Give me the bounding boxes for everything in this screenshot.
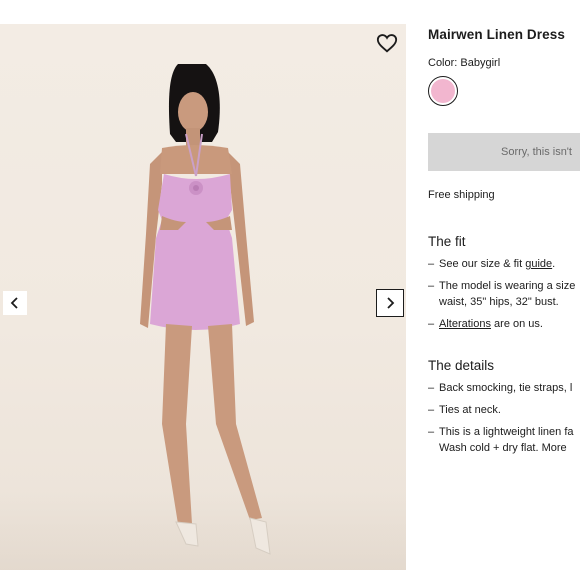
heart-icon	[376, 34, 398, 53]
chevron-left-icon	[10, 297, 18, 309]
next-image-button[interactable]	[376, 289, 404, 317]
previous-image-button[interactable]	[3, 291, 27, 315]
color-selection-label: Color: Babygirl	[428, 57, 500, 69]
details-item-text: Back smocking, tie straps, l	[439, 382, 573, 394]
bullet-dash: –	[428, 280, 435, 292]
chevron-right-icon	[387, 297, 395, 309]
details-item-ties: – Ties at neck.	[428, 402, 501, 418]
details-item-fabric-care: – This is a lightweight linen fa Wash col…	[428, 424, 574, 456]
color-label: Color:	[428, 57, 458, 69]
product-image-gallery	[0, 24, 406, 570]
details-item-back-smocking: – Back smocking, tie straps, l	[428, 380, 572, 396]
size-guide-link[interactable]: guide	[525, 258, 552, 270]
bullet-dash: –	[428, 426, 435, 438]
details-item-text: This is a lightweight linen fa	[439, 426, 574, 438]
fit-item-alterations: – Alterations are on us.	[428, 316, 543, 332]
fit-item-text: The model is wearing a size	[439, 280, 576, 292]
alterations-link[interactable]: Alterations	[439, 318, 491, 330]
fit-item-text-continued: waist, 35" hips, 32" bust.	[439, 296, 559, 308]
fit-item-text: are on us.	[490, 318, 543, 330]
wishlist-button[interactable]	[376, 32, 398, 54]
product-photo-model	[140, 64, 271, 555]
bullet-dash: –	[428, 404, 435, 416]
shipping-info: Free shipping	[428, 189, 495, 201]
fit-item-model-size: – The model is wearing a size waist, 35" …	[428, 278, 575, 310]
bullet-dash: –	[428, 258, 435, 270]
fit-item-text: See our size & fit	[439, 258, 526, 270]
bullet-dash: –	[428, 382, 435, 394]
details-heading: The details	[428, 358, 495, 373]
color-value: Babygirl	[460, 57, 501, 69]
sold-out-button[interactable]: Sorry, this isn't	[428, 133, 580, 171]
product-title: Mairwen Linen Dress	[428, 27, 565, 42]
fit-heading: The fit	[428, 234, 466, 249]
fit-item-size-guide: – See our size & fit guide.	[428, 256, 555, 272]
details-item-text: Ties at neck.	[439, 404, 501, 416]
color-swatch-babygirl[interactable]	[428, 76, 458, 106]
details-item-text-continued: Wash cold + dry flat. More	[439, 442, 567, 454]
fit-item-period: .	[552, 258, 556, 270]
swatch-fill	[431, 79, 455, 103]
product-info-panel: Mairwen Linen Dress Color: Babygirl Sorr…	[428, 0, 580, 580]
bullet-dash: –	[428, 318, 435, 330]
